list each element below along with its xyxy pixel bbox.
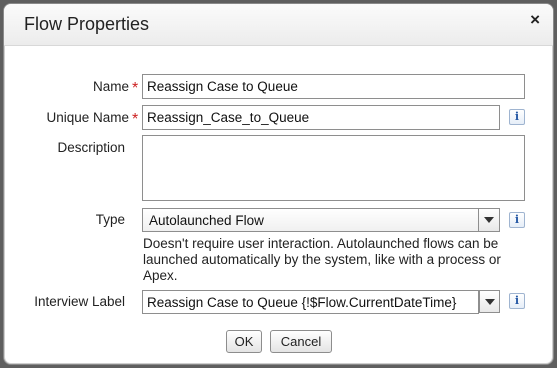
type-select[interactable]: Autolaunched Flow — [142, 208, 500, 232]
unique-name-input[interactable]: Reassign_Case_to_Queue — [142, 105, 500, 130]
required-indicator: * — [132, 80, 139, 97]
type-help-text: Doesn't require user interaction. Autola… — [143, 236, 501, 283]
interview-label-label: Interview Label — [34, 294, 125, 309]
flow-properties-dialog: Flow Properties × Name * Reassign Case t… — [3, 3, 554, 365]
interview-label-dropdown-button[interactable] — [479, 290, 500, 313]
unique-name-label: Unique Name — [46, 110, 129, 125]
name-label: Name — [92, 79, 129, 94]
ok-button[interactable]: OK — [226, 330, 262, 353]
info-icon[interactable]: i — [509, 212, 525, 228]
chevron-down-icon — [485, 299, 495, 305]
info-icon[interactable]: i — [509, 109, 525, 125]
type-select-value: Autolaunched Flow — [149, 213, 264, 228]
description-textarea[interactable] — [142, 135, 525, 201]
required-indicator: * — [132, 111, 139, 128]
name-input[interactable]: Reassign Case to Queue — [142, 74, 525, 99]
dialog-header: Flow Properties × — [4, 4, 553, 46]
description-label: Description — [57, 140, 125, 155]
type-dropdown-button[interactable] — [478, 209, 499, 231]
interview-label-input[interactable]: Reassign Case to Queue {!$Flow.CurrentDa… — [142, 290, 479, 314]
info-icon[interactable]: i — [509, 293, 525, 309]
chevron-down-icon — [484, 217, 494, 223]
close-icon[interactable]: × — [530, 11, 540, 28]
type-label: Type — [95, 212, 125, 227]
cancel-button[interactable]: Cancel — [270, 330, 332, 353]
dialog-title: Flow Properties — [24, 14, 150, 34]
